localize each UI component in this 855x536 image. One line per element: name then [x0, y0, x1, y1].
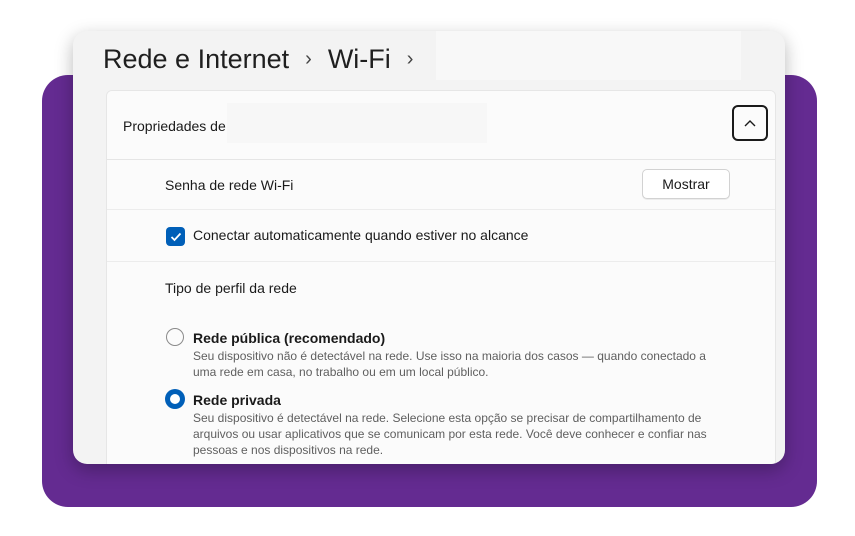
- breadcrumb-separator-icon: ›: [305, 47, 312, 70]
- show-password-button[interactable]: Mostrar: [642, 169, 730, 199]
- properties-header[interactable]: Propriedades de: [107, 91, 775, 160]
- public-network-description: Seu dispositivo não é detectável na rede…: [193, 349, 706, 379]
- profile-type-heading: Tipo de perfil da rede: [165, 280, 297, 296]
- breadcrumb-parent[interactable]: Rede e Internet: [103, 44, 289, 75]
- breadcrumb: Rede e Internet › Wi-Fi ›: [103, 37, 413, 81]
- redacted-area: [436, 31, 741, 80]
- private-network-description: Seu dispositivo é detectável na rede. Se…: [193, 411, 707, 457]
- auto-connect-label[interactable]: Conectar automaticamente quando estiver …: [193, 227, 528, 243]
- public-network-title[interactable]: Rede pública (recomendado): [193, 330, 385, 346]
- private-network-title[interactable]: Rede privada: [193, 392, 281, 408]
- properties-title: Propriedades de: [123, 118, 226, 134]
- redacted-network-name: [227, 103, 487, 143]
- breadcrumb-current: Wi-Fi: [327, 43, 391, 74]
- settings-window: Rede e Internet › Wi-Fi › Propriedades d…: [73, 31, 785, 464]
- chevron-up-icon: [744, 120, 756, 127]
- private-network-radio[interactable]: [165, 389, 185, 409]
- password-label: Senha de rede Wi-Fi: [165, 177, 294, 193]
- network-properties-panel: Propriedades de Senha de rede Wi-Fi Most…: [106, 90, 776, 464]
- breadcrumb-separator-icon: ›: [406, 47, 414, 70]
- password-row: Senha de rede Wi-Fi Mostrar: [107, 160, 775, 210]
- profile-type-section: Tipo de perfil da rede Rede pública (rec…: [107, 262, 775, 464]
- collapse-button[interactable]: [732, 105, 768, 141]
- auto-connect-row: Conectar automaticamente quando estiver …: [107, 210, 775, 262]
- checkmark-icon: [170, 232, 181, 241]
- auto-connect-checkbox[interactable]: [166, 227, 185, 246]
- public-network-radio[interactable]: [166, 328, 184, 346]
